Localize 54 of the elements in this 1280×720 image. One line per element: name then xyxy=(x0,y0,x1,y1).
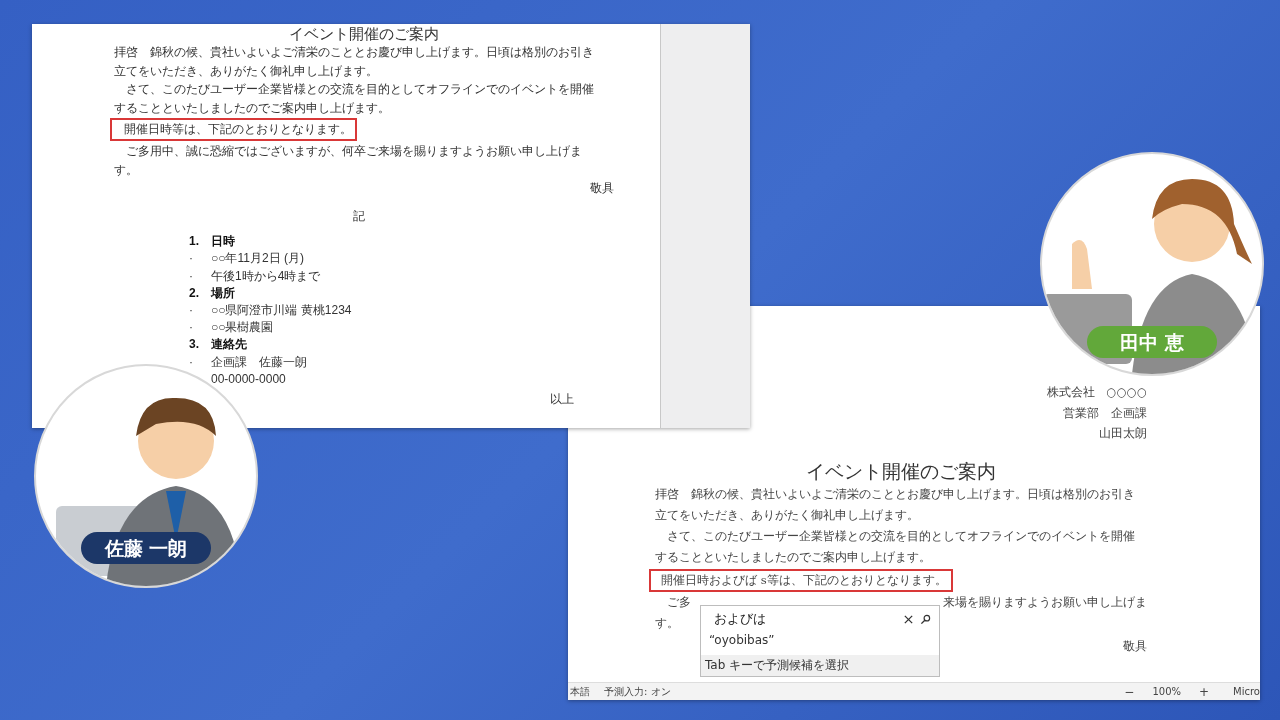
name-badge: 佐藤 一朗 xyxy=(81,532,211,564)
list-item-text: ○○年11月2日 (月) xyxy=(211,250,304,268)
document-title: イベント開催のご案内 xyxy=(805,458,997,484)
zoom-out-button[interactable]: − xyxy=(1120,684,1139,699)
note-heading: 記 xyxy=(352,208,366,226)
body-text-line: す。 xyxy=(655,616,679,630)
list-number: 3. xyxy=(189,336,200,354)
sender-text: 営業部 企画課 xyxy=(1062,404,1147,422)
body-text-line: さて、このたびユーザー企業皆様との交流を目的としてオフラインでのイベントを開催 xyxy=(125,81,595,99)
sender-text: 株式会社 ○○○○ xyxy=(1045,384,1147,401)
list-number: 2. xyxy=(189,284,200,302)
hint-text: Tab キーで予測候補を選択 xyxy=(701,655,939,676)
prediction-status: 予測入力: オン xyxy=(604,684,671,699)
end-text: 以上 xyxy=(549,391,574,408)
body-text-line: 立てをいただき、ありがたく御礼申し上げます。 xyxy=(655,507,919,522)
body-text-line: 拝啓 錦秋の候、貴社いよいよご清栄のこととお慶び申し上げます。日頃は格別のお引き xyxy=(114,44,595,61)
search-icon[interactable] xyxy=(920,613,931,625)
sender-text: 山田太朗 xyxy=(1098,425,1147,442)
body-text-line: することといたしましたのでご案内申し上げます。 xyxy=(114,99,391,117)
list-item-text: 企画課 佐藤一朗 xyxy=(211,353,307,371)
section-heading: 日時 xyxy=(211,233,235,251)
closing-text: 敬具 xyxy=(589,180,614,198)
list-item-text: ○○果樹農園 xyxy=(211,319,274,337)
body-text-line: 来場を賜りますようお願い申し上げま xyxy=(943,593,1147,611)
close-icon[interactable] xyxy=(903,613,914,625)
body-text-line: することといたしましたのでご案内申し上げます。 xyxy=(655,550,931,565)
list-item-text: 午後1時から4時まで xyxy=(211,267,321,285)
body-text-line: ご多用中、誠に恐縮ではございますが、何卒ご来場を賜りますようお願い申し上げま xyxy=(125,142,583,160)
zoom-level: 100% xyxy=(1152,686,1181,697)
bullet: · xyxy=(189,267,194,285)
list-item-text: ○○県阿澄市川端 黄桃1234 xyxy=(211,301,352,319)
typed-reading: およびは xyxy=(714,610,767,628)
closing-text: 敬具 xyxy=(1123,639,1147,654)
bullet: · xyxy=(189,319,194,337)
section-heading: 連絡先 xyxy=(211,336,247,354)
name-badge: 田中 恵 xyxy=(1087,326,1217,358)
list-number: 1. xyxy=(189,233,200,251)
body-text-line: 立てをいただき、ありがたく御礼申し上げます。 xyxy=(114,62,379,80)
section-heading: 場所 xyxy=(211,284,235,302)
body-text-line: 拝啓 錦秋の候、貴社いよいよご清栄のこととお慶び申し上げます。日頃は格別のお引き xyxy=(655,486,1135,501)
list-item-text: 00-0000-0000 xyxy=(211,370,286,388)
body-text-line: さて、このたびユーザー企業皆様との交流を目的としてオフラインでのイベントを開催 xyxy=(666,529,1135,544)
bullet: · xyxy=(189,353,194,371)
zoom-in-button[interactable]: + xyxy=(1195,684,1214,699)
document-title: イベント開催のご案内 xyxy=(288,24,440,43)
body-text-line: ご多 xyxy=(666,593,691,611)
bullet: · xyxy=(189,250,194,268)
body-text-line: 開催日時およびば s等は、下記のとおりとなります。 xyxy=(661,572,947,587)
body-text-line: す。 xyxy=(114,161,139,179)
language-status: 本語 xyxy=(570,684,590,699)
body-text-line: 開催日時等は、下記のとおりとなります。 xyxy=(124,121,352,139)
bullet: · xyxy=(189,301,194,319)
prediction-candidate[interactable]: “oyobibas” xyxy=(701,628,939,652)
app-name: Micro xyxy=(1233,686,1260,697)
